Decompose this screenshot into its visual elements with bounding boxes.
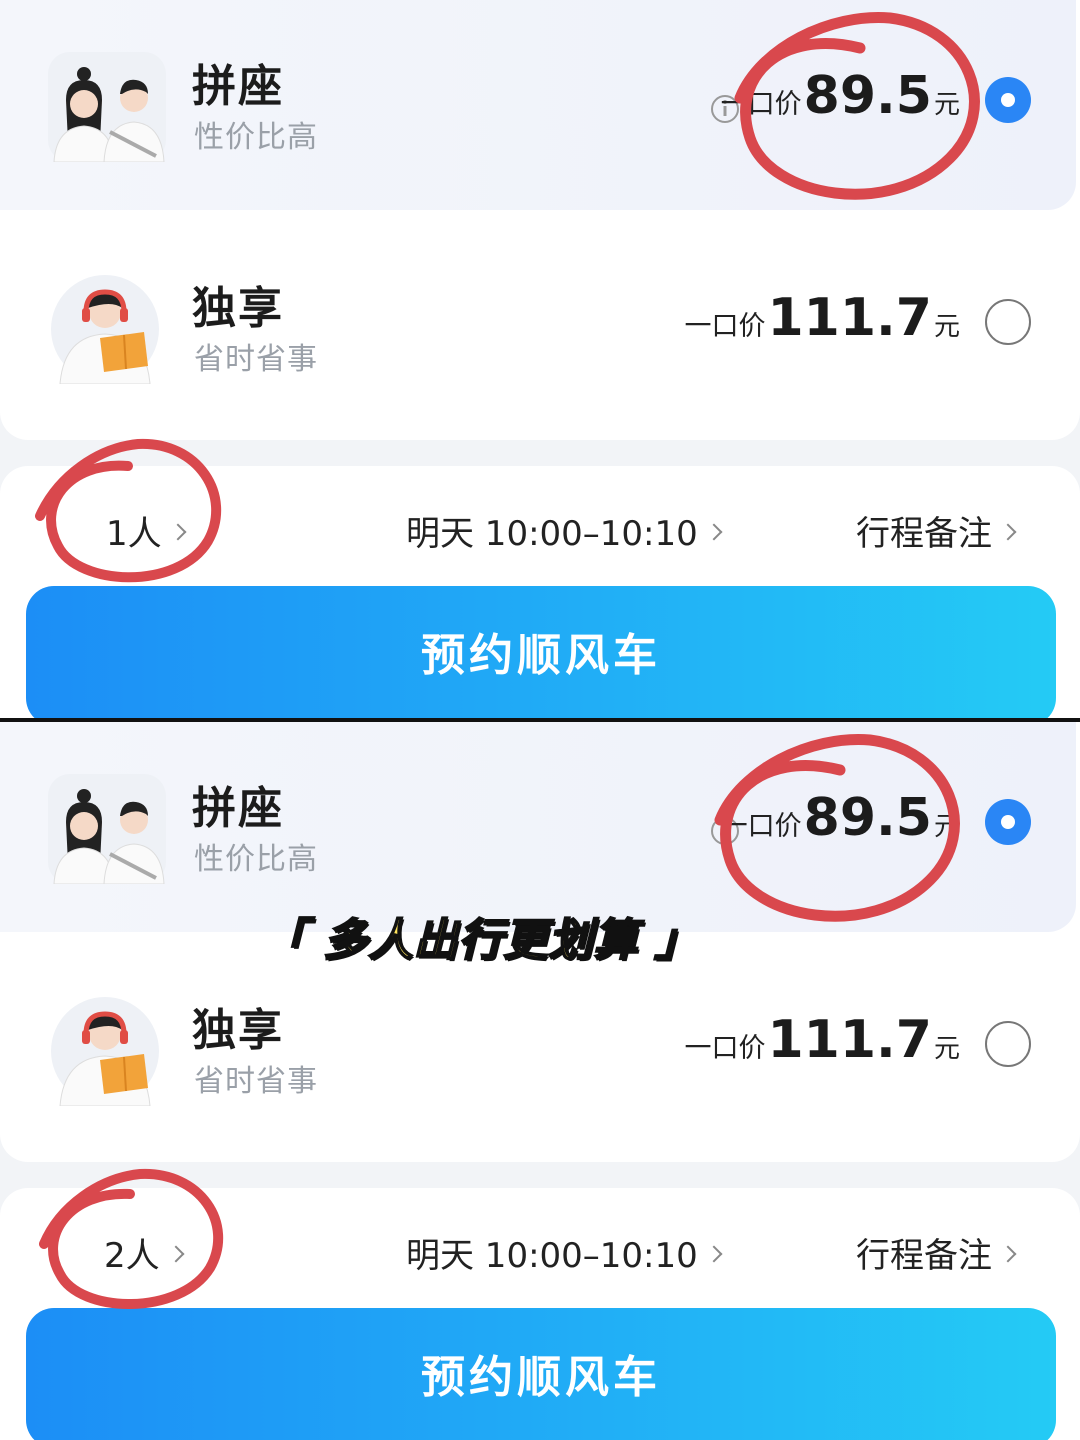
- option-subtitle: 省时省事: [194, 342, 318, 377]
- price-value: 111.7: [767, 288, 932, 348]
- passenger-count-selector[interactable]: 2人: [104, 1228, 185, 1277]
- price-label: 一口价: [720, 811, 802, 842]
- two-passengers-avatar-icon: [48, 52, 166, 162]
- price: 一口价 89.5 元: [721, 788, 960, 848]
- book-ride-button[interactable]: 预约顺风车: [26, 1308, 1056, 1440]
- solo-passenger-reading-avatar-icon: [51, 997, 159, 1106]
- two-passengers-avatar-icon: [48, 774, 166, 884]
- time-selector[interactable]: 明天 10:00–10:10: [406, 506, 723, 555]
- price: 一口价 111.7 元: [685, 1010, 961, 1070]
- option-title: 独享: [192, 1005, 284, 1056]
- trip-notes-selector[interactable]: 行程备注: [856, 1228, 1017, 1277]
- trip-notes-label: 行程备注: [856, 514, 992, 554]
- price-unit: 元: [933, 812, 960, 842]
- option-subtitle: 性价比高: [194, 120, 318, 155]
- solo-passenger-reading-avatar-icon: [51, 275, 159, 384]
- booking-panel-2: 拼座 性价比高 一口价 89.5 元 独享 省时省事 一口价 111.7 元 2…: [0, 722, 1080, 1440]
- option-carpool[interactable]: 拼座 性价比高 一口价 89.5 元: [0, 722, 1080, 932]
- departure-time: 明天 10:00–10:10: [406, 1236, 698, 1276]
- trip-notes-label: 行程备注: [856, 1236, 992, 1276]
- option-subtitle: 性价比高: [194, 842, 318, 877]
- chevron-right-icon: [999, 1245, 1017, 1262]
- price: 一口价 111.7 元: [685, 288, 961, 348]
- option-title: 独享: [192, 283, 284, 334]
- booking-panel-1: 拼座 性价比高 一口价 89.5 元 独享 省时省事 一口价 111.7 元 1…: [0, 0, 1080, 720]
- option-subtitle: 省时省事: [194, 1064, 318, 1099]
- chevron-right-icon: [999, 523, 1017, 540]
- option-carpool[interactable]: 拼座 性价比高 一口价 89.5 元: [0, 0, 1080, 210]
- price-label: 一口价: [684, 311, 766, 342]
- price-value: 111.7: [767, 1010, 932, 1070]
- price: 一口价 89.5 元: [721, 66, 960, 126]
- overlay-caption: 「 多人出行更划算 」: [261, 914, 700, 967]
- passenger-count: 1人: [106, 514, 162, 554]
- chevron-right-icon: [705, 523, 723, 540]
- option-title: 拼座: [192, 61, 284, 112]
- price-unit: 元: [933, 1034, 960, 1064]
- option-exclusive[interactable]: 独享 省时省事 一口价 111.7 元: [0, 944, 1080, 1154]
- option-exclusive[interactable]: 独享 省时省事 一口价 111.7 元: [0, 222, 1080, 432]
- option-title: 拼座: [192, 783, 284, 834]
- price-unit: 元: [933, 90, 960, 120]
- price-label: 一口价: [684, 1033, 766, 1064]
- ride-options-card: 拼座 性价比高 一口价 89.5 元 独享 省时省事 一口价 111.7 元: [0, 0, 1080, 440]
- departure-time: 明天 10:00–10:10: [406, 514, 698, 554]
- radio-unselected[interactable]: [985, 1021, 1031, 1067]
- book-ride-button[interactable]: 预约顺风车: [26, 586, 1056, 720]
- time-selector[interactable]: 明天 10:00–10:10: [406, 1228, 723, 1277]
- chevron-right-icon: [169, 523, 187, 540]
- chevron-right-icon: [167, 1245, 185, 1262]
- price-value: 89.5: [803, 788, 932, 848]
- radio-unselected[interactable]: [985, 299, 1031, 345]
- passenger-count-selector[interactable]: 1人: [106, 506, 187, 555]
- price-label: 一口价: [720, 89, 802, 120]
- price-unit: 元: [933, 312, 960, 342]
- chevron-right-icon: [705, 1245, 723, 1262]
- trip-notes-selector[interactable]: 行程备注: [856, 506, 1017, 555]
- passenger-count: 2人: [104, 1236, 160, 1276]
- radio-selected[interactable]: [985, 77, 1031, 123]
- radio-selected[interactable]: [985, 799, 1031, 845]
- price-value: 89.5: [803, 66, 932, 126]
